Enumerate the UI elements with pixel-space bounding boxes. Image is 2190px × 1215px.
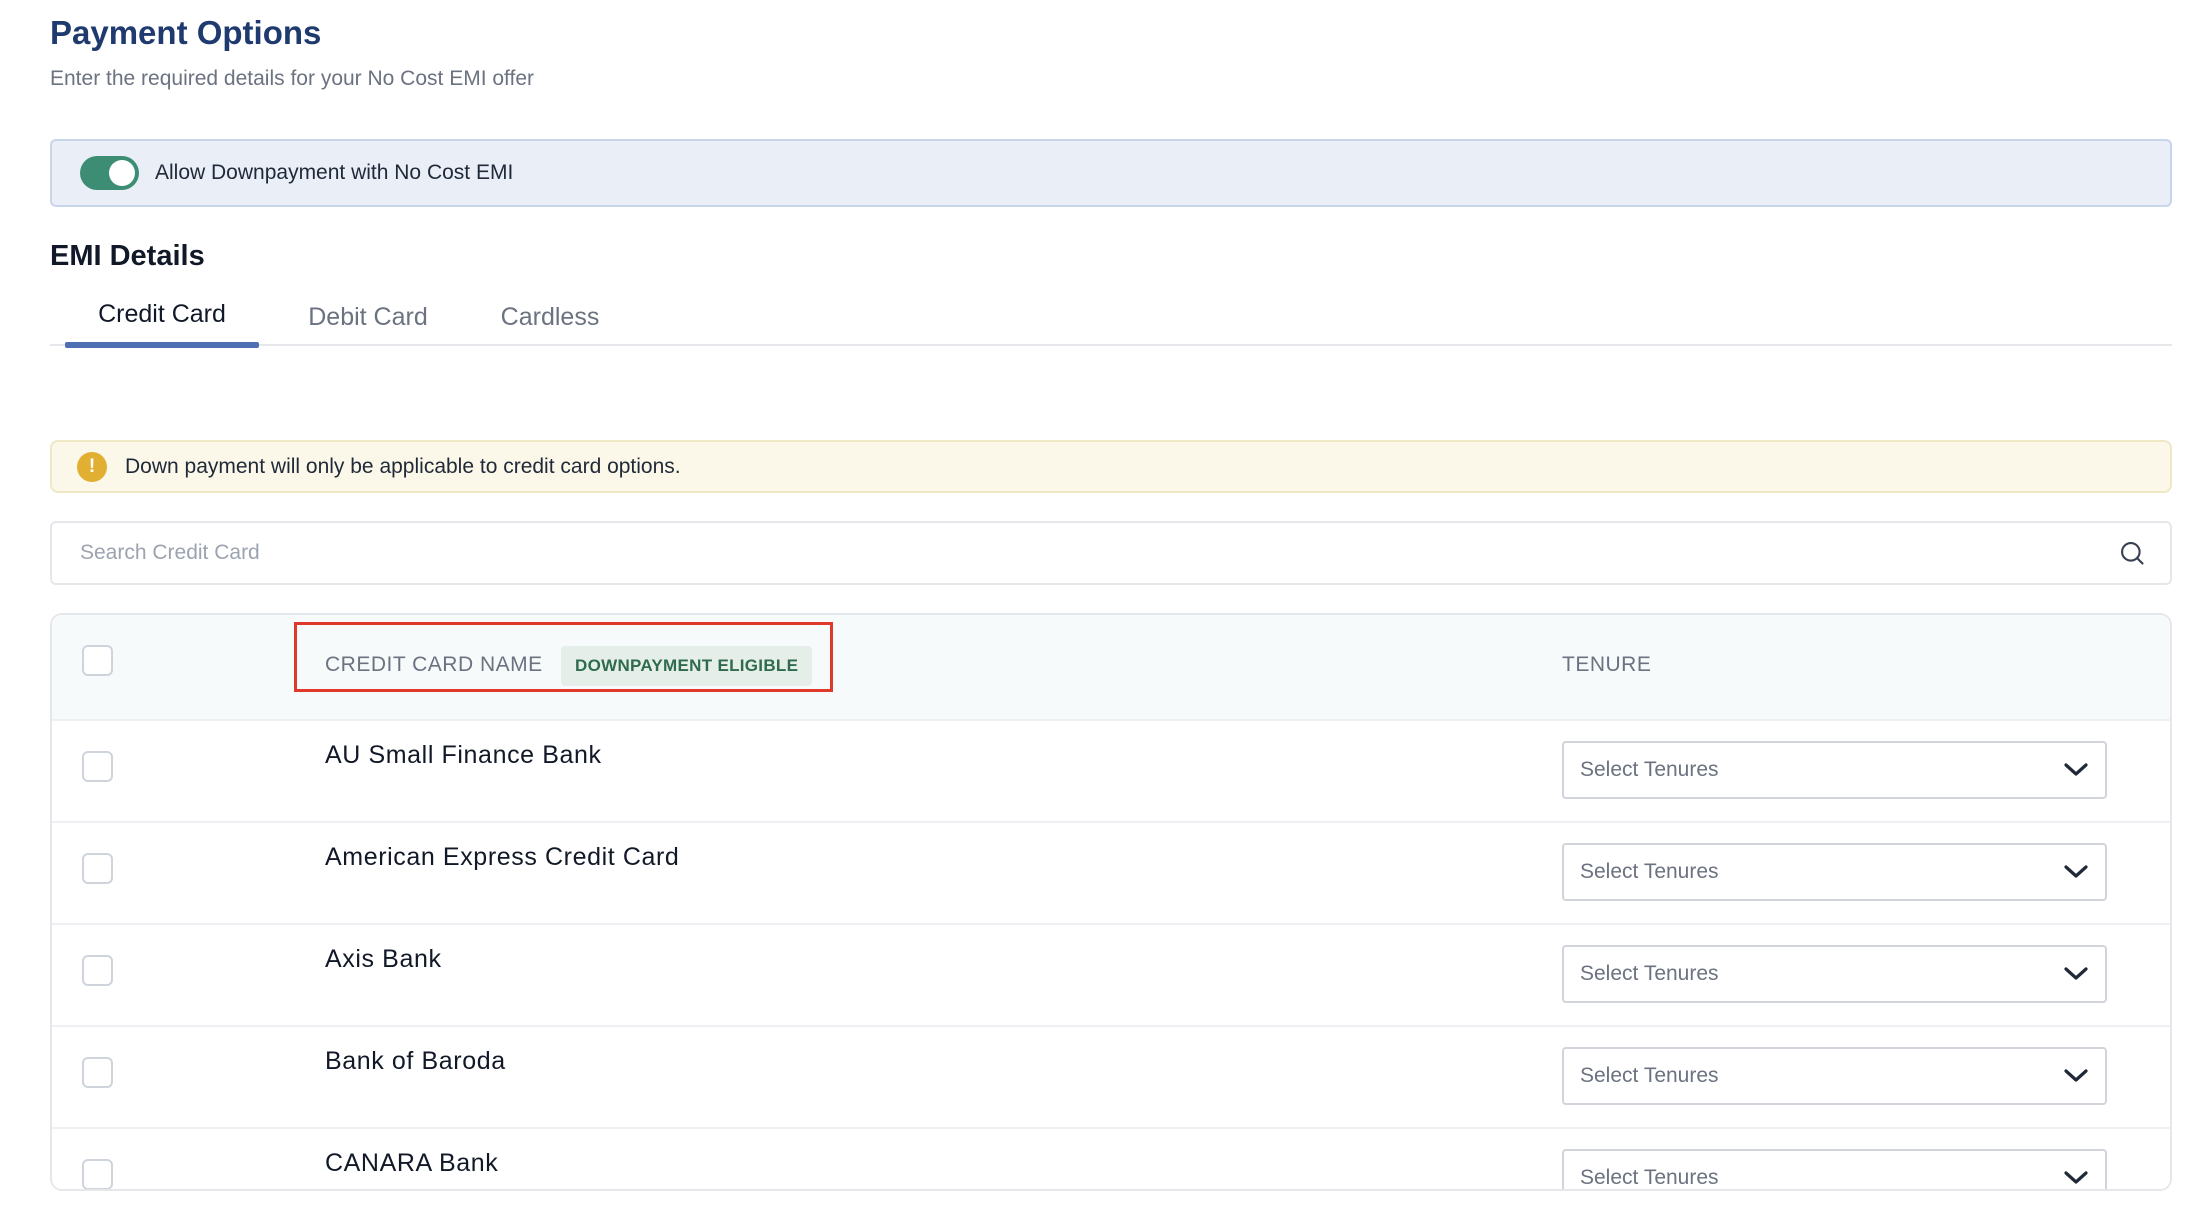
chevron-down-icon [2064,967,2088,980]
table-row: American Express Credit Card Select Tenu… [52,821,2170,923]
credit-card-name: AU Small Finance Bank [325,741,602,769]
row-checkbox[interactable] [82,1057,113,1088]
page-subtitle: Enter the required details for your No C… [50,67,535,90]
downpayment-toggle[interactable] [80,156,139,190]
search-bar [50,521,2172,585]
downpayment-toggle-bar: Allow Downpayment with No Cost EMI [50,139,2172,207]
tab-debit-card[interactable]: Debit Card [278,282,458,346]
tab-cardless[interactable]: Cardless [468,282,632,346]
row-checkbox[interactable] [82,955,113,986]
credit-card-name: American Express Credit Card [325,843,680,871]
downpayment-notice: ! Down payment will only be applicable t… [50,440,2172,493]
chevron-down-icon [2064,763,2088,776]
column-header-tenure: TENURE [1562,653,1652,676]
credit-card-name: Axis Bank [325,945,442,973]
downpayment-toggle-label: Allow Downpayment with No Cost EMI [155,161,514,184]
downpayment-eligible-badge: DOWNPAYMENT ELIGIBLE [561,646,813,686]
row-checkbox[interactable] [82,853,113,884]
emi-tabs: Credit Card Debit Card Cardless [50,282,2172,348]
tenure-select[interactable]: Select Tenures [1562,1047,2107,1105]
notice-text: Down payment will only be applicable to … [125,454,681,478]
tenure-select[interactable]: Select Tenures [1562,945,2107,1003]
tenure-select-placeholder: Select Tenures [1580,1064,1719,1087]
search-icon[interactable] [2118,539,2146,567]
search-input[interactable] [80,541,2118,565]
tenure-select[interactable]: Select Tenures [1562,741,2107,799]
tab-label: Credit Card [98,299,226,328]
tab-label: Cardless [500,302,600,331]
toggle-knob [109,160,135,186]
credit-card-table: CREDIT CARD NAME DOWNPAYMENT ELIGIBLE TE… [50,613,2172,1191]
tenure-select[interactable]: Select Tenures [1562,1149,2107,1189]
row-checkbox[interactable] [82,751,113,782]
table-row: Axis Bank Select Tenures [52,923,2170,1025]
tenure-select-placeholder: Select Tenures [1580,758,1719,781]
select-all-checkbox[interactable] [82,645,113,676]
credit-card-name: Bank of Baroda [325,1047,506,1075]
warning-icon: ! [77,451,107,482]
table-row: CANARA Bank Select Tenures [52,1127,2170,1189]
tab-label: Debit Card [308,302,428,331]
tenure-select[interactable]: Select Tenures [1562,843,2107,901]
emi-details-title: EMI Details [50,240,205,272]
tenure-select-placeholder: Select Tenures [1580,962,1719,985]
tab-credit-card[interactable]: Credit Card [65,282,259,348]
active-tab-indicator [65,342,259,348]
page-title: Payment Options [50,14,322,51]
table-row: AU Small Finance Bank Select Tenures [52,719,2170,821]
table-row: Bank of Baroda Select Tenures [52,1025,2170,1127]
row-checkbox[interactable] [82,1159,113,1189]
tenure-select-placeholder: Select Tenures [1580,1166,1719,1189]
credit-card-name: CANARA Bank [325,1149,499,1177]
table-header: CREDIT CARD NAME DOWNPAYMENT ELIGIBLE TE… [52,615,2170,719]
chevron-down-icon [2064,1171,2088,1184]
column-header-name: CREDIT CARD NAME [325,653,543,676]
chevron-down-icon [2064,865,2088,878]
tenure-select-placeholder: Select Tenures [1580,860,1719,883]
chevron-down-icon [2064,1069,2088,1082]
